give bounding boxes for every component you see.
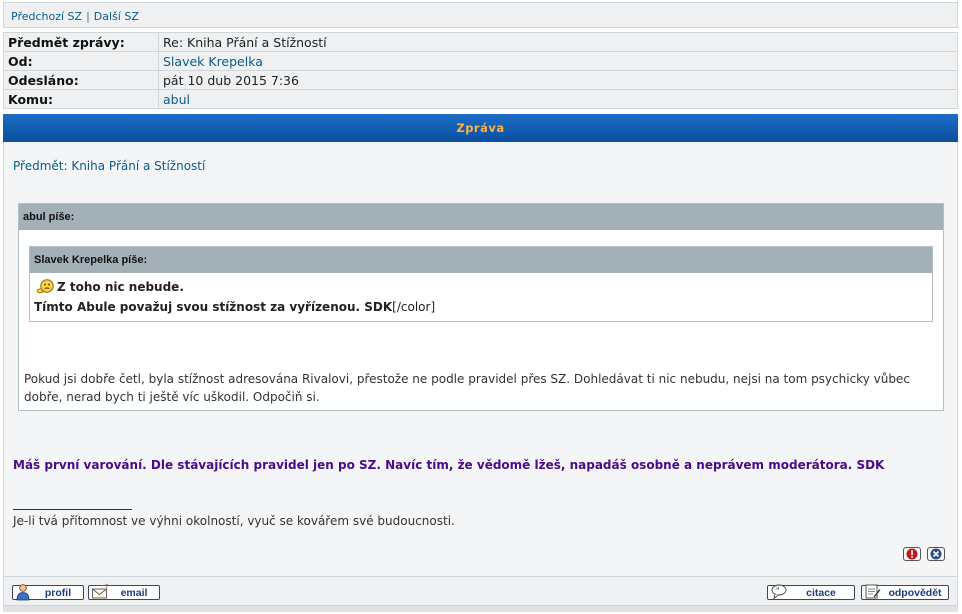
- profile-button[interactable]: profil: [12, 583, 84, 600]
- from-label: Od:: [3, 51, 159, 71]
- message-footer: profil email " citace odpovědět: [3, 576, 958, 606]
- header-row-from: Od: Slavek Krepelka: [3, 51, 958, 71]
- quote-button-label: citace: [806, 586, 836, 599]
- nav-separator: |: [86, 10, 90, 23]
- signature-text: Je-li tvá přítomnost ve výhni okolností,…: [13, 514, 455, 528]
- report-icon[interactable]: [903, 547, 921, 561]
- message-header-table: Předmět zprávy: Re: Kniha Přání a Stížno…: [3, 32, 958, 109]
- subject-value: Re: Kniha Přání a Stížností: [158, 32, 958, 52]
- email-button-label: email: [120, 586, 148, 599]
- sent-label: Odesláno:: [3, 70, 159, 90]
- header-row-subject: Předmět zprávy: Re: Kniha Přání a Stížno…: [3, 32, 958, 52]
- section-title-bar: Zpráva: [3, 114, 958, 142]
- message-body: Předmět: Kniha Přání a Stížností abul pí…: [3, 142, 958, 608]
- outer-quote: abul píše: Slavek Krepelka píše: Z toho …: [18, 203, 944, 411]
- svg-text:": ": [776, 586, 780, 594]
- inner-quote-author: Slavek Krepelka píše:: [30, 247, 932, 273]
- thinking-smiley-icon: [36, 279, 54, 295]
- to-user-link[interactable]: abul: [158, 89, 958, 109]
- email-button[interactable]: email: [88, 583, 160, 600]
- outer-quote-author: abul píše:: [19, 204, 943, 230]
- inner-quote: Slavek Krepelka píše: Z toho nic nebude.…: [29, 246, 933, 322]
- profile-button-label: profil: [44, 586, 72, 599]
- inner-quote-line1-text: Z toho nic nebude.: [57, 280, 184, 294]
- inner-quote-line2: Tímto Abule považuj svou stížnost za vyř…: [34, 300, 435, 314]
- quote-bubble-icon: ": [770, 583, 788, 600]
- subject-label: Předmět zprávy:: [3, 32, 159, 52]
- inner-quote-line2-bold: Tímto Abule považuj svou stížnost za vyř…: [34, 300, 393, 314]
- prev-message-link[interactable]: Předchozí SZ: [11, 10, 82, 23]
- header-row-to: Komu: abul: [3, 89, 958, 109]
- reply-button-label: odpovědět: [888, 586, 942, 599]
- signature-divider: [13, 509, 132, 510]
- inner-quote-line1: Z toho nic nebude.: [36, 279, 184, 295]
- outer-quote-text: Pokud jsi dobře četl, byla stížnost adre…: [24, 372, 910, 404]
- bottom-divider: [3, 606, 958, 612]
- sent-value: pát 10 dub 2015 7:36: [158, 70, 958, 90]
- inner-quote-line2-tail: [/color]: [392, 300, 436, 314]
- next-message-link[interactable]: Další SZ: [94, 10, 139, 23]
- moderator-warning: Máš první varování. Dle stávajících prav…: [13, 458, 885, 472]
- envelope-icon: [91, 583, 109, 598]
- from-user-link[interactable]: Slavek Krepelka: [158, 51, 958, 71]
- reply-button[interactable]: odpovědět: [861, 583, 949, 600]
- reply-note-icon: [864, 583, 882, 598]
- quote-button[interactable]: " citace: [767, 583, 855, 600]
- message-subject: Předmět: Kniha Přání a Stížností: [13, 159, 206, 173]
- pm-navigation: Předchozí SZ | Další SZ: [3, 2, 958, 28]
- to-label: Komu:: [3, 89, 159, 109]
- header-row-sent: Odesláno: pát 10 dub 2015 7:36: [3, 70, 958, 90]
- user-profile-icon: [15, 583, 33, 600]
- delete-icon[interactable]: [927, 547, 945, 561]
